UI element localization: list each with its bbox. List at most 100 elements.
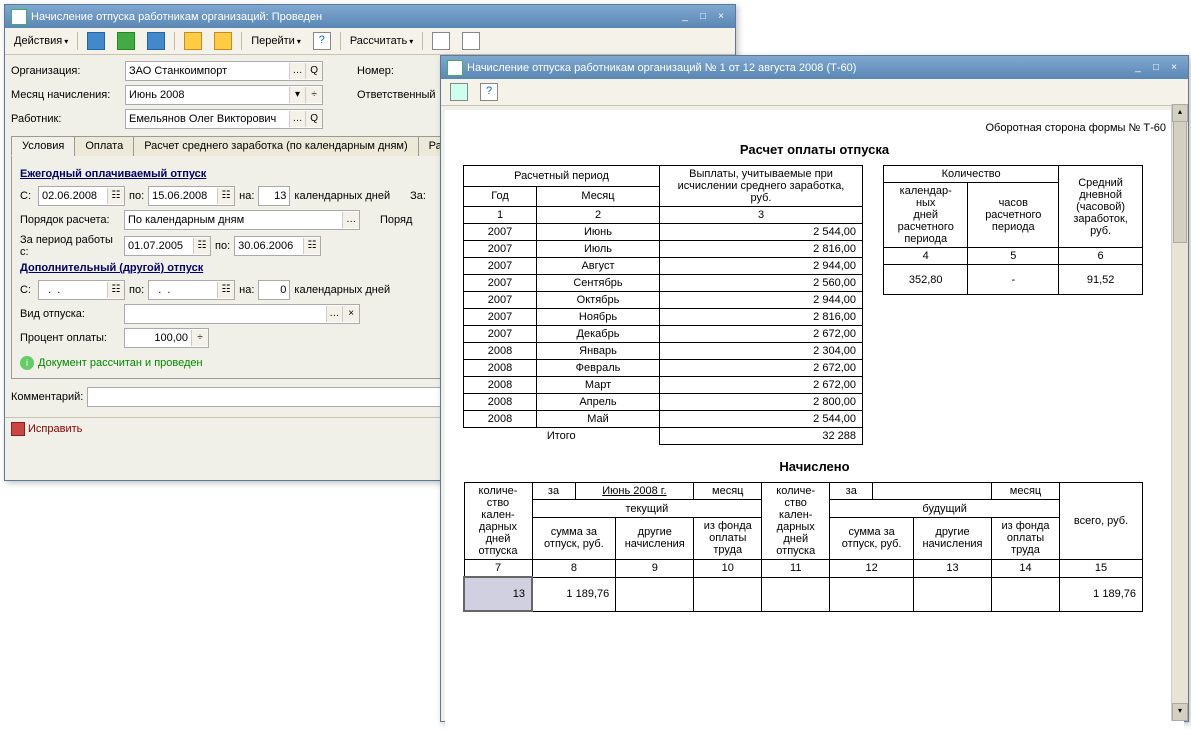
actions-menu[interactable]: Действия▾ [9, 32, 73, 50]
period-from-field[interactable]: ☷ [124, 236, 211, 256]
report-title: Начисление отпуска работникам организаци… [467, 62, 1130, 74]
percent-input[interactable] [125, 330, 191, 346]
l-p: Поряд [380, 214, 412, 226]
refresh-icon [117, 32, 135, 50]
vertical-scrollbar[interactable]: ▴ ▾ [1171, 104, 1188, 721]
maximize-button[interactable]: □ [1148, 61, 1164, 75]
org-field[interactable]: …Q [125, 61, 323, 81]
goto-menu[interactable]: Перейти▾ [246, 32, 306, 50]
l-from2: С: [20, 284, 34, 296]
num-label: Номер: [357, 65, 394, 77]
doc-icon [11, 9, 27, 25]
add-date-from-field[interactable]: ☷ [38, 280, 125, 300]
org-open-button[interactable]: Q [305, 63, 322, 79]
date-from-field[interactable]: ☷ [38, 186, 125, 206]
period-from-input[interactable] [125, 238, 193, 254]
month-drop-button[interactable]: ▾ [289, 87, 306, 103]
days-field[interactable] [258, 186, 290, 206]
l-to: по: [129, 190, 144, 202]
scroll-down-button[interactable]: ▾ [1172, 703, 1188, 721]
tb-post[interactable] [142, 29, 170, 53]
percent-spin-button[interactable]: ÷ [191, 330, 208, 346]
calc-order-input[interactable] [125, 212, 342, 228]
tab-average[interactable]: Расчет среднего заработка (по календарны… [133, 136, 418, 156]
l-on2: на: [239, 284, 254, 296]
l-kd: календарных дней [294, 190, 390, 202]
date-to-input[interactable] [149, 188, 217, 204]
list-icon [432, 32, 450, 50]
add-date-from-cal-button[interactable]: ☷ [107, 282, 124, 298]
calculation-period-table: Расчетный периодВыплаты, учитываемые при… [463, 165, 863, 445]
report-toolbar: ? [441, 79, 1188, 106]
minimize-button[interactable]: _ [677, 10, 693, 24]
date-to-field[interactable]: ☷ [148, 186, 235, 206]
minimize-button[interactable]: _ [1130, 61, 1146, 75]
add-date-to-input[interactable] [149, 282, 217, 298]
date-from-input[interactable] [39, 188, 107, 204]
status-text: Документ рассчитан и проведен [38, 357, 203, 369]
add-date-to-cal-button[interactable]: ☷ [217, 282, 234, 298]
back-icon [87, 32, 105, 50]
scroll-thumb[interactable] [1173, 121, 1187, 243]
period-to-cal-button[interactable]: ☷ [303, 238, 320, 254]
tab-conditions[interactable]: Условия [11, 136, 75, 156]
calc-order-field[interactable]: … [124, 210, 360, 230]
add-days-field[interactable] [258, 280, 290, 300]
date-from-cal-button[interactable]: ☷ [107, 188, 124, 204]
titlebar[interactable]: Начисление отпуска работникам организаци… [5, 5, 735, 28]
tb-list[interactable] [427, 29, 455, 53]
maximize-button[interactable]: □ [695, 10, 711, 24]
percent-field[interactable]: ÷ [124, 328, 209, 348]
calc-menu[interactable]: Рассчитать▾ [345, 32, 418, 50]
tb-user[interactable] [209, 29, 237, 53]
vacation-type-clear-button[interactable]: × [342, 306, 359, 322]
tb-back[interactable] [82, 29, 110, 53]
print-icon [450, 83, 468, 101]
accrued-heading: Начислено [463, 459, 1166, 474]
worker-select-button[interactable]: … [289, 111, 306, 127]
accrued-table: количе- ство кален- дарных дней отпуска … [463, 482, 1143, 612]
tb-print[interactable] [445, 80, 473, 104]
report-titlebar[interactable]: Начисление отпуска работникам организаци… [441, 56, 1188, 79]
add-date-to-field[interactable]: ☷ [148, 280, 235, 300]
worker-label: Работник: [11, 113, 121, 125]
org-input[interactable] [126, 63, 289, 79]
resp-label: Ответственный [357, 89, 436, 101]
add-days-input[interactable] [259, 282, 289, 298]
vacation-type-field[interactable]: …× [124, 304, 360, 324]
worker-open-button[interactable]: Q [305, 111, 322, 127]
period-from-cal-button[interactable]: ☷ [193, 238, 210, 254]
percent-label: Процент оплаты: [20, 332, 120, 344]
month-input[interactable] [126, 87, 289, 103]
vacation-type-select-button[interactable]: … [326, 306, 343, 322]
fix-link[interactable]: Исправить [11, 422, 82, 436]
calc-order-select-button[interactable]: … [342, 212, 359, 228]
month-field[interactable]: ▾÷ [125, 85, 323, 105]
scroll-up-button[interactable]: ▴ [1172, 104, 1188, 122]
tab-payment[interactable]: Оплата [74, 136, 134, 156]
vacation-type-input[interactable] [125, 306, 326, 322]
days-input[interactable] [259, 188, 289, 204]
period-to-field[interactable]: ☷ [234, 236, 321, 256]
add-date-from-input[interactable] [39, 282, 107, 298]
worker-input[interactable] [126, 111, 289, 127]
doc-icon [447, 60, 463, 76]
close-button[interactable]: × [1166, 61, 1182, 75]
tb-help2[interactable]: ? [475, 80, 503, 104]
close-button[interactable]: × [713, 10, 729, 24]
tb-cal[interactable] [179, 29, 207, 53]
tb-help[interactable]: ? [308, 29, 336, 53]
vacation-type-label: Вид отпуска: [20, 308, 120, 320]
l-from: С: [20, 190, 34, 202]
worker-field[interactable]: …Q [125, 109, 323, 129]
date-to-cal-button[interactable]: ☷ [217, 188, 234, 204]
info-icon: i [20, 356, 34, 370]
period-to-input[interactable] [235, 238, 303, 254]
report-heading: Расчет оплаты отпуска [463, 142, 1166, 157]
org-select-button[interactable]: … [289, 63, 306, 79]
tb-refresh[interactable] [112, 29, 140, 53]
month-spin-button[interactable]: ÷ [305, 87, 322, 103]
tb-grid[interactable] [457, 29, 485, 53]
l-on: на: [239, 190, 254, 202]
report-body: Оборотная сторона формы № Т-60 Расчет оп… [445, 110, 1184, 739]
